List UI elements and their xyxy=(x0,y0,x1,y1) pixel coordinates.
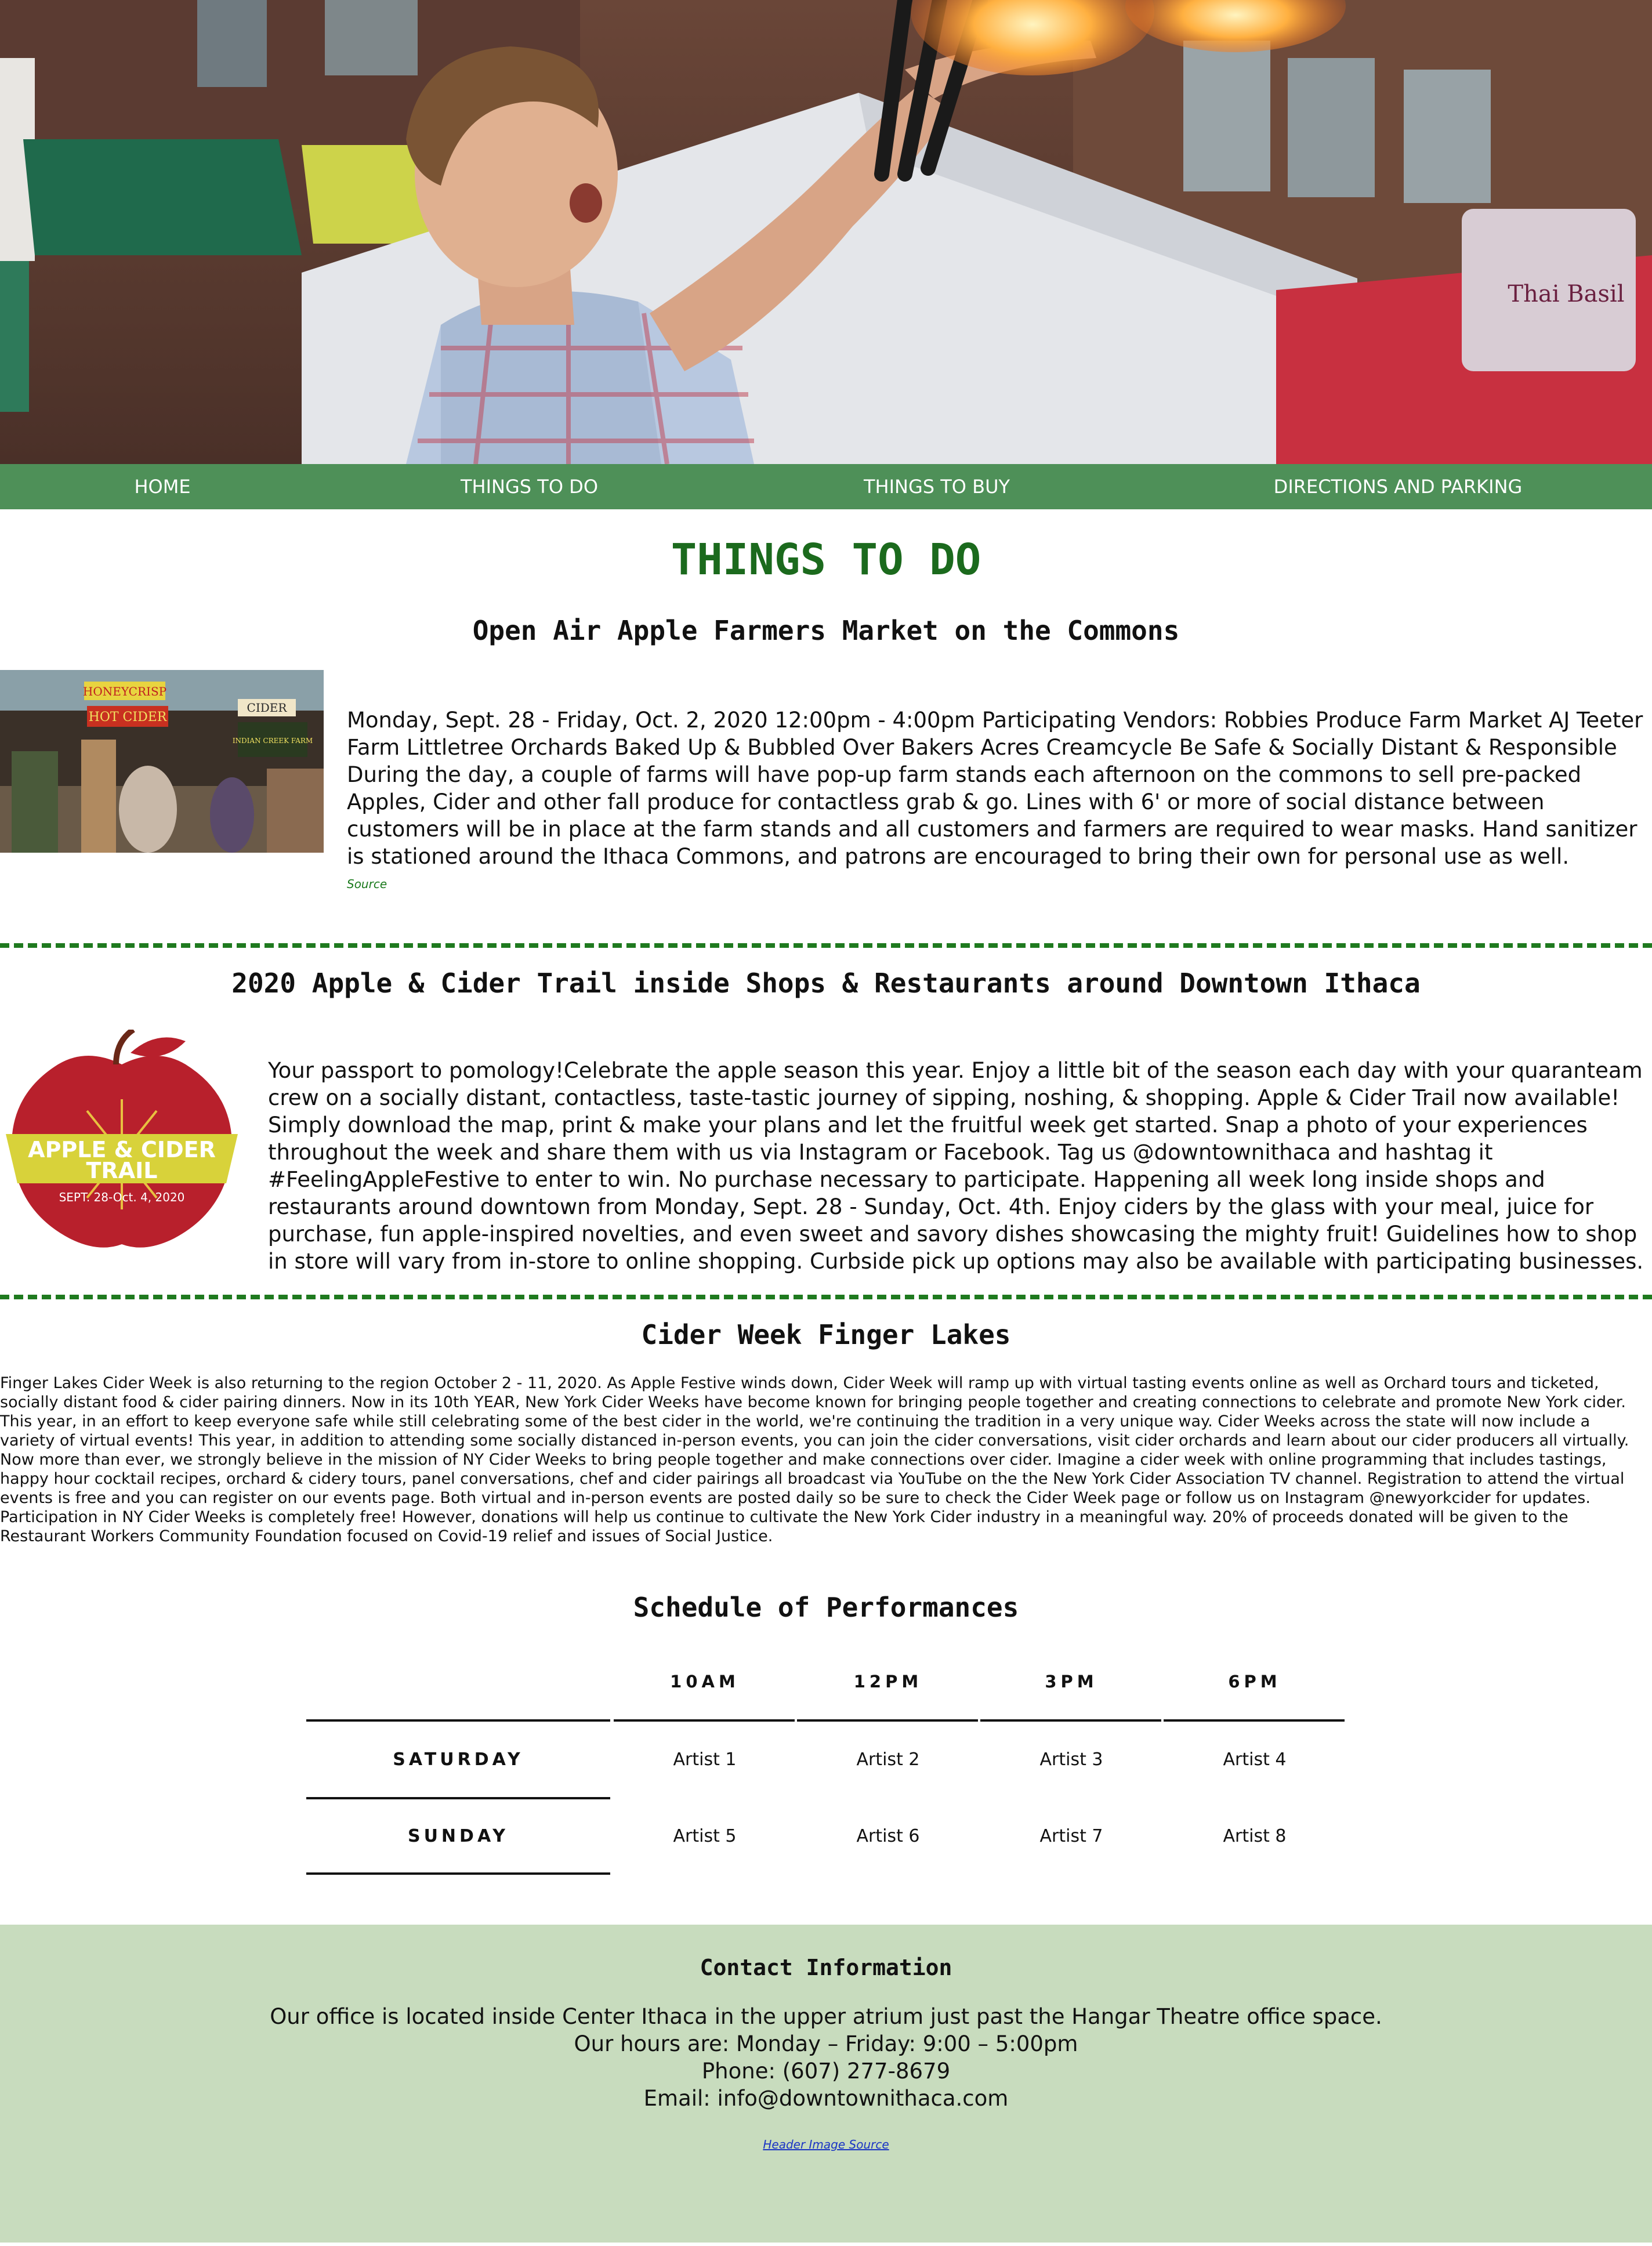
schedule-rule xyxy=(306,1872,610,1875)
schedule-rule xyxy=(614,1719,795,1722)
trail-description: Your passport to pomology!Celebrate the … xyxy=(268,1058,1644,1274)
schedule-time-12pm: 12PM xyxy=(853,1672,923,1691)
schedule-rule xyxy=(306,1797,610,1799)
market-sign-honeycrisp: HONEYCRISP xyxy=(83,684,166,698)
market-photo: HONEYCRISP HOT CIDER CIDER INDIAN CREEK … xyxy=(0,670,324,853)
contact-phone: Phone: (607) 277-8679 xyxy=(701,2059,951,2084)
market-heading: Open Air Apple Farmers Market on the Com… xyxy=(472,615,1180,646)
schedule-heading: Schedule of Performances xyxy=(633,1592,1019,1623)
schedule-rule xyxy=(306,1719,610,1722)
schedule-cell: Artist 4 xyxy=(1223,1749,1287,1770)
schedule-rule xyxy=(980,1719,1161,1722)
schedule-cell: Artist 6 xyxy=(856,1826,920,1846)
header-image-source-link[interactable]: Header Image Source xyxy=(0,2138,1652,2151)
nav-directions-and-parking[interactable]: DIRECTIONS AND PARKING xyxy=(1265,464,1531,509)
market-source-link[interactable]: Source xyxy=(347,877,387,891)
cider-week-description: Finger Lakes Cider Week is also returnin… xyxy=(0,1374,1629,1545)
fire-performer-photo: Thai Basil xyxy=(0,0,1652,464)
schedule-rule xyxy=(797,1719,978,1722)
contact-hours: Our hours are: Monday – Friday: 9:00 – 5… xyxy=(574,2031,1078,2056)
schedule-cell: Artist 8 xyxy=(1223,1826,1287,1846)
schedule-time-10am: 10AM xyxy=(670,1672,740,1691)
main-nav: HOME THINGS TO DO THINGS TO BUY DIRECTIO… xyxy=(0,464,1652,509)
hero-sign-text: Thai Basil xyxy=(1508,281,1624,307)
schedule-cell: Artist 2 xyxy=(856,1749,920,1770)
header-image: Thai Basil xyxy=(0,0,1652,464)
schedule-day-sunday: SUNDAY xyxy=(407,1826,509,1846)
logo-title-line2: TRAIL xyxy=(86,1158,158,1183)
logo-dates: SEPT. 28-Oct. 4, 2020 xyxy=(59,1190,185,1204)
nav-things-to-do[interactable]: THINGS TO DO xyxy=(441,464,618,509)
contact-heading: Contact Information xyxy=(700,1955,952,1980)
section-divider xyxy=(0,1295,1652,1299)
schedule-rule xyxy=(1164,1719,1345,1722)
section-divider xyxy=(0,943,1652,948)
schedule-cell: Artist 7 xyxy=(1039,1826,1103,1846)
nav-things-to-buy[interactable]: THINGS TO BUY xyxy=(847,464,1027,509)
market-sign-hot-cider: HOT CIDER xyxy=(89,710,168,724)
nav-home[interactable]: HOME xyxy=(107,464,218,509)
market-sign-cider: CIDER xyxy=(247,701,288,715)
cider-week-heading: Cider Week Finger Lakes xyxy=(641,1319,1011,1350)
trail-heading: 2020 Apple & Cider Trail inside Shops & … xyxy=(231,968,1421,999)
contact-office: Our office is located inside Center Itha… xyxy=(270,2004,1382,2029)
contact-email: Email: info@downtownithaca.com xyxy=(643,2086,1009,2111)
schedule-cell: Artist 3 xyxy=(1039,1749,1103,1770)
schedule-day-saturday: SATURDAY xyxy=(393,1749,524,1770)
apple-cider-trail-logo: APPLE & CIDER TRAIL SEPT. 28-Oct. 4, 202… xyxy=(0,1027,244,1256)
schedule-cell: Artist 1 xyxy=(673,1749,737,1770)
market-description: Monday, Sept. 28 - Friday, Oct. 2, 2020 … xyxy=(347,708,1643,869)
schedule-cell: Artist 5 xyxy=(673,1826,737,1846)
page-title: THINGS TO DO xyxy=(671,535,981,585)
market-sign-indian-creek-farm: INDIAN CREEK FARM xyxy=(233,737,313,745)
schedule-time-6pm: 6PM xyxy=(1228,1672,1281,1691)
schedule-time-3pm: 3PM xyxy=(1045,1672,1098,1691)
